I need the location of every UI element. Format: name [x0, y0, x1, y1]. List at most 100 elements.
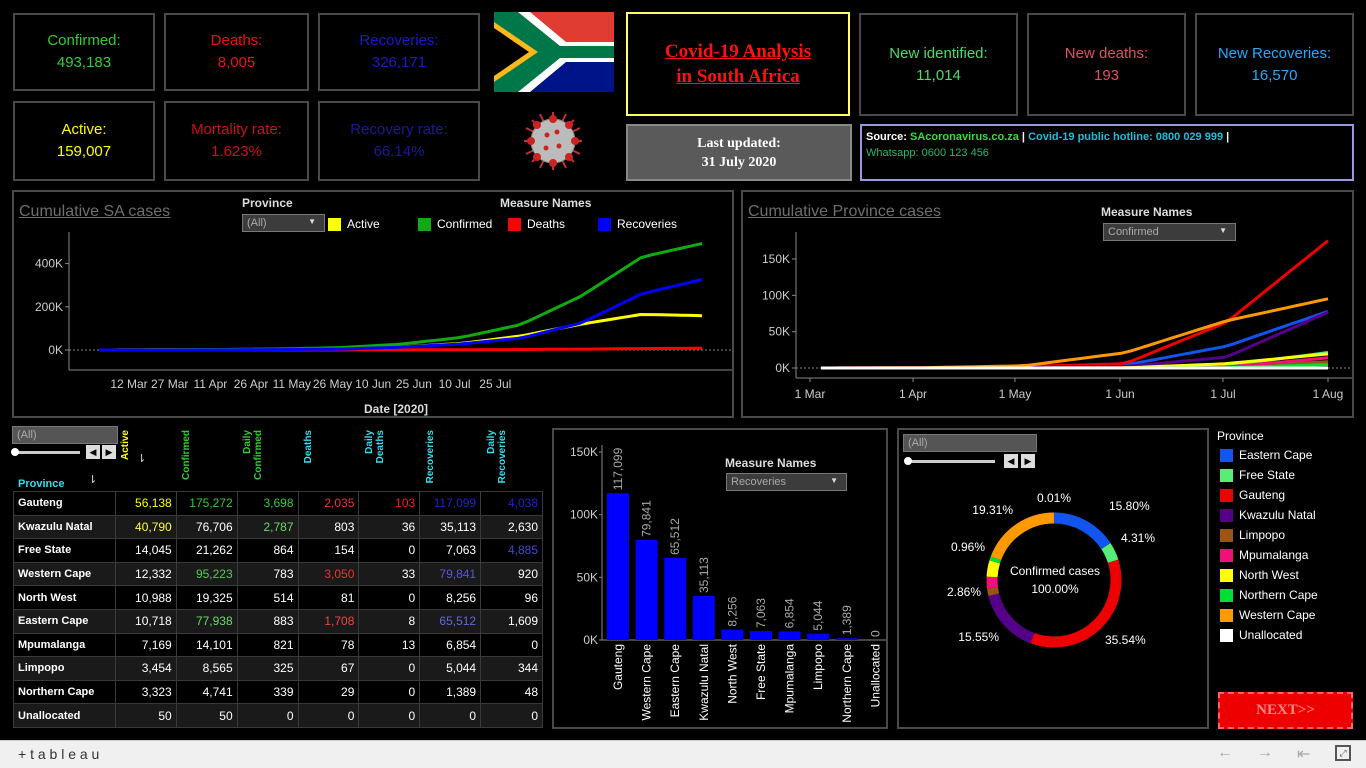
legend-label: Free State — [1239, 468, 1296, 482]
column-header-daily-confirmed[interactable]: Daily Confirmed — [242, 430, 302, 488]
bar-value-label: 35,113 — [697, 557, 711, 593]
cell-deaths: 67 — [297, 656, 360, 681]
column-header-daily-deaths[interactable]: Daily Deaths — [364, 430, 424, 488]
column-header-label: Confirmed — [181, 430, 192, 480]
kpi-confirmed: Confirmed: 493,183 — [13, 13, 155, 91]
table-row[interactable]: Unallocated 50 50 0 0 0 0 0 — [13, 703, 543, 728]
cell-daily-recoveries: 48 — [480, 679, 543, 705]
table-province-filter[interactable]: (All) — [12, 426, 118, 444]
cell-daily-confirmed: 3,698 — [236, 491, 299, 516]
province-legend-item-mpumalanga[interactable]: Mpumalanga — [1220, 548, 1308, 562]
column-header-label: Daily Confirmed — [242, 430, 264, 480]
redo-icon[interactable]: → — [1257, 744, 1273, 762]
cell-daily-recoveries: 0 — [480, 703, 543, 728]
source-label: Source: — [866, 131, 907, 143]
next-button[interactable]: NEXT>> — [1218, 692, 1353, 729]
bar-limpopo — [807, 633, 830, 640]
province-legend-item-northern-cape[interactable]: Northern Cape — [1220, 588, 1318, 602]
bar-kwazulu-natal — [692, 595, 715, 640]
province-legend-item-north-west[interactable]: North West — [1220, 568, 1299, 582]
bar-category-label: Limpopo — [811, 644, 825, 690]
cell-daily-deaths: 33 — [358, 561, 421, 587]
column-header-daily-recoveries[interactable]: Daily Recoveries — [486, 430, 546, 488]
kpi-mortality-label: Mortality rate: — [191, 121, 282, 138]
table-row[interactable]: Kwazulu Natal 40,790 76,706 2,787 803 36 35,11… — [13, 514, 543, 540]
tableau-logo[interactable]: + t a b l e a u — [18, 746, 99, 762]
legend-label: Unallocated — [1239, 628, 1303, 642]
last-updated-date: 31 July 2020 — [701, 154, 777, 170]
title-line-2: in South Africa — [676, 66, 800, 87]
province-legend-item-kwazulu-natal[interactable]: Kwazulu Natal — [1220, 508, 1316, 522]
bar-value-label: 65,512 — [668, 518, 682, 555]
table-row[interactable]: Free State 14,045 21,262 864 154 0 7,063 4,885 — [13, 538, 543, 563]
table-row[interactable]: Mpumalanga 7,169 14,101 821 78 13 6,854 0 — [13, 632, 543, 658]
kpi-deaths: Deaths: 8,005 — [164, 13, 309, 91]
province-legend-item-gauteng[interactable]: Gauteng — [1220, 488, 1285, 502]
donut-slice-kwazulu-natal — [988, 593, 1035, 644]
kpi-new-deaths: New deaths: 193 — [1027, 13, 1186, 116]
kpi-recoveries-label: Recoveries: — [359, 32, 439, 49]
legend-swatch — [1220, 508, 1233, 522]
fullscreen-icon[interactable]: ⤢ — [1335, 745, 1351, 761]
cell-recoveries: 6,854 — [419, 632, 482, 658]
table-row[interactable]: Northern Cape 3,323 4,741 339 29 0 1,389 48 — [13, 679, 543, 705]
series-line-confirmed — [99, 242, 703, 352]
recoveries-bar-chart: 150K 100K 50K 0K 117,099 Gauteng 79,841 Western… — [570, 445, 886, 723]
province-name-cell: Unallocated — [13, 703, 116, 728]
cell-daily-deaths: 0 — [358, 703, 421, 728]
province-legend-item-free-state[interactable]: Free State — [1220, 468, 1295, 482]
next-button-label: NEXT>> — [1256, 702, 1315, 718]
table-slider-handle[interactable] — [11, 448, 19, 456]
column-header-recoveries[interactable]: Recoveries — [425, 430, 485, 488]
kpi-new-recoveries-value: 16,570 — [1251, 66, 1298, 84]
revert-icon[interactable]: ⇤ — [1297, 744, 1310, 764]
table-row[interactable]: Eastern Cape 10,718 77,938 883 1,708 8 65,512 1… — [13, 608, 543, 634]
table-next-button[interactable]: ▶ — [102, 445, 116, 459]
table-row[interactable]: North West 10,988 19,325 514 81 0 8,256 96 — [13, 585, 543, 610]
cell-confirmed: 8,565 — [175, 656, 238, 681]
province-header[interactable]: Province — [18, 478, 64, 490]
table-slider[interactable] — [11, 448, 80, 456]
table-row[interactable]: Gauteng 56,138 175,272 3,698 2,035 103 117,099… — [13, 491, 543, 516]
donut-percent-label: 15.55% — [958, 630, 999, 644]
province-name-cell: North West — [13, 585, 116, 610]
province-name-cell: Kwazulu Natal — [13, 514, 116, 540]
donut-slice-limpopo — [987, 587, 1000, 596]
cell-deaths: 81 — [297, 585, 360, 610]
column-header-active[interactable]: Active — [120, 430, 180, 488]
donut-slice-mpumalanga — [986, 576, 998, 589]
table-prev-button[interactable]: ◀ — [86, 445, 100, 459]
tableau-footer: + t a b l e a u ← → ⇤ ⤢ — [0, 740, 1366, 768]
cell-daily-deaths: 0 — [358, 585, 421, 610]
bar-value-label: 6,854 — [783, 598, 797, 628]
x-tick-label: 11 Apr — [193, 377, 227, 391]
bar-category-label: Eastern Cape — [668, 644, 682, 718]
donut-center-line-1: Confirmed cases — [1009, 564, 1101, 578]
province-name-cell: Limpopo — [13, 656, 116, 681]
province-legend-item-unallocated[interactable]: Unallocated — [1220, 628, 1302, 642]
province-legend-item-limpopo[interactable]: Limpopo — [1220, 528, 1285, 542]
whatsapp-text: Whatsapp: 0600 123 456 — [866, 147, 989, 159]
column-header-label: Active — [120, 430, 131, 461]
table-row[interactable]: Western Cape 12,332 95,223 783 3,050 33 79,841… — [13, 561, 543, 587]
cell-active: 40,790 — [114, 514, 177, 540]
column-header-deaths[interactable]: Deaths — [303, 430, 363, 488]
south-africa-flag — [494, 12, 614, 92]
table-row[interactable]: Limpopo 3,454 8,565 325 67 0 5,044 344 — [13, 656, 543, 681]
kpi-new-identified: New identified: 11,014 — [859, 13, 1018, 116]
kpi-new-identified-label: New identified: — [889, 44, 988, 62]
bar-value-label: 8,256 — [725, 596, 739, 626]
x-tick-label: 25 Jul — [479, 377, 511, 391]
source-link[interactable]: SAcoronavirus.co.za — [910, 131, 1019, 143]
province-line-western-cape — [821, 297, 1329, 370]
undo-icon[interactable]: ← — [1217, 744, 1233, 762]
province-legend-item-eastern-cape[interactable]: Eastern Cape — [1220, 448, 1312, 462]
y-tick-label: 400K — [35, 257, 63, 271]
cell-daily-deaths: 36 — [358, 514, 421, 540]
cell-daily-confirmed: 0 — [236, 703, 299, 728]
province-legend-item-western-cape[interactable]: Western Cape — [1220, 608, 1315, 622]
cell-confirmed: 19,325 — [175, 585, 238, 610]
column-header-confirmed[interactable]: Confirmed — [181, 430, 241, 488]
province-sort-icon[interactable]: ⇂ — [88, 473, 97, 486]
kpi-deaths-value: 8,005 — [217, 54, 256, 71]
